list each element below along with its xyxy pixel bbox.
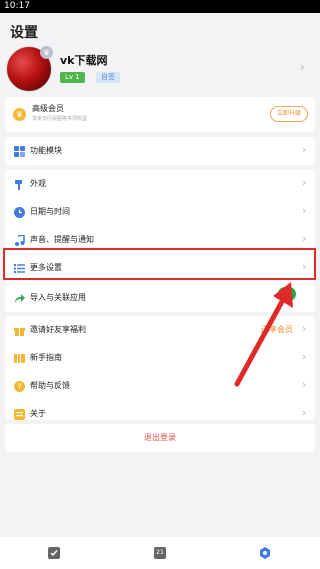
menu-label: 关于 — [30, 409, 46, 418]
crown-icon: ♛ — [40, 46, 53, 59]
menu-label: 功能模块 — [30, 146, 62, 155]
clock-icon — [14, 207, 25, 218]
svg-text:?: ? — [17, 382, 21, 391]
gift-icon — [14, 328, 25, 336]
grid-icon — [14, 146, 25, 157]
music-note-icon — [15, 235, 25, 246]
share-arrow-icon — [15, 294, 25, 303]
status-bar: 10:17 — [0, 0, 320, 13]
menu-label: 外观 — [30, 179, 46, 188]
chevron-right-icon: › — [302, 143, 307, 156]
chevron-right-icon: › — [300, 60, 305, 74]
menu-item-datetime[interactable]: 日期与时间 › — [5, 198, 315, 226]
menu-item-modules[interactable]: 功能模块 › — [5, 137, 315, 165]
annotation-arrow — [234, 282, 293, 387]
username: vk下载网 — [60, 54, 108, 67]
tag-badge: 自签 — [96, 72, 120, 83]
chevron-right-icon: › — [302, 176, 307, 189]
tab-checkbox-icon[interactable] — [48, 547, 60, 559]
tab-settings-icon[interactable] — [259, 547, 271, 559]
vip-title: 高级会员 — [32, 104, 64, 113]
modules-card: 功能模块 › — [5, 137, 315, 165]
menu-label: 导入与关联应用 — [30, 293, 86, 302]
chevron-right-icon: › — [302, 322, 307, 335]
chevron-right-icon: › — [302, 232, 307, 245]
profile-header[interactable]: ♛ vk下载网 Lv 1 自签 › — [0, 42, 320, 94]
menu-label: 日期与时间 — [30, 207, 70, 216]
menu-label: 帮助与反馈 — [30, 381, 70, 390]
tab-calendar-icon[interactable]: 21 — [154, 546, 166, 559]
book-icon — [14, 354, 25, 363]
chevron-right-icon: › — [302, 350, 307, 363]
vip-subtitle: 享受日历视图等多项权益 — [32, 116, 88, 122]
help-icon: ? — [14, 381, 25, 392]
flag-icon — [14, 409, 25, 420]
chevron-right-icon: › — [302, 406, 307, 419]
brush-icon — [15, 180, 22, 190]
vip-card[interactable]: ♛ 高级会员 享受日历视图等多项权益 立即升级 — [5, 97, 315, 132]
bottom-tabbar: 21 — [0, 537, 320, 569]
calendar-day: 21 — [156, 549, 164, 556]
chevron-right-icon: › — [302, 378, 307, 391]
menu-label: 新手指南 — [30, 353, 62, 362]
vip-crown-icon: ♛ — [13, 108, 26, 121]
level-badge: Lv 1 — [60, 72, 85, 83]
menu-item-appearance[interactable]: 外观 › — [5, 170, 315, 198]
logout-button[interactable]: 退出登录 — [5, 424, 315, 452]
status-time: 10:17 — [4, 1, 30, 11]
logout-label: 退出登录 — [144, 433, 176, 442]
menu-label: 邀请好友享福利 — [30, 325, 86, 334]
upgrade-button[interactable]: 立即升级 — [270, 106, 309, 122]
page-title: 设置 — [10, 25, 38, 41]
menu-label: 声音、提醒与通知 — [30, 235, 94, 244]
chevron-right-icon: › — [302, 204, 307, 217]
avatar-container[interactable]: ♛ — [6, 46, 54, 94]
highlight-box — [3, 248, 316, 280]
